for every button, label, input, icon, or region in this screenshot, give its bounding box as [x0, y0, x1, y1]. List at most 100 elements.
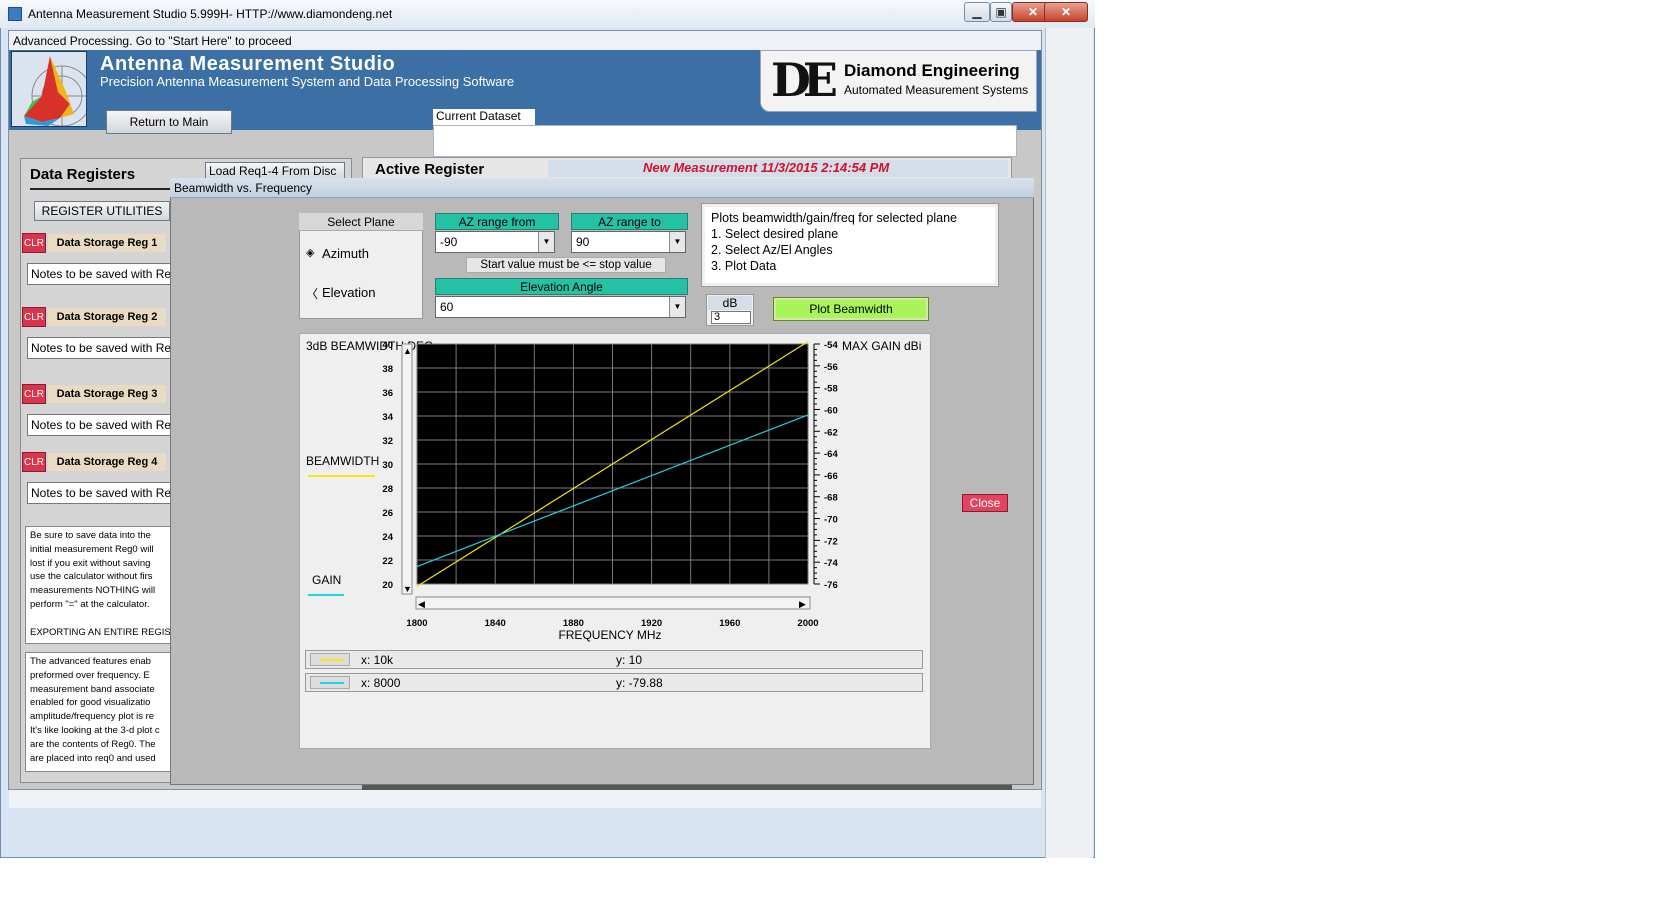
help-line: are placed into req0 and used	[30, 752, 156, 764]
plot-beamwidth-button[interactable]: Plot Beamwidth	[773, 297, 929, 321]
y-right-tick-label: -72	[824, 536, 838, 547]
advanced-help-text: The advanced features enab preformed ove…	[25, 652, 175, 772]
y-left-tick-label: 30	[382, 460, 393, 471]
y-left-tick-label: 22	[382, 556, 393, 567]
legend-gain-label: GAIN	[312, 573, 341, 587]
elevation-angle-value: 60	[440, 300, 454, 314]
active-register-value: New Measurement 11/3/2015 2:14:54 PM	[548, 160, 1008, 177]
clr-reg4-button[interactable]: CLR	[22, 452, 46, 472]
scroll-up-icon[interactable]: ▲	[403, 346, 412, 356]
cursor-2-y: y: -79.88	[616, 676, 663, 690]
clr-reg3-button[interactable]: CLR	[22, 384, 46, 404]
scroll-right-icon[interactable]: ▶	[799, 599, 806, 609]
help-line: use the calculator without firs	[30, 571, 153, 583]
data-registers-heading: Data Registers	[30, 166, 136, 183]
instruction-line: 1. Select desired plane	[711, 227, 839, 241]
current-dataset-field[interactable]	[433, 125, 1017, 157]
y-right-tick-label: -54	[824, 340, 838, 351]
y-left-tick-label: 32	[382, 436, 393, 447]
close-outer-button[interactable]: ✕	[1044, 2, 1088, 22]
reg3-notes-field[interactable]: Notes to be saved with Re	[27, 414, 177, 436]
y-left-tick-label: 28	[382, 484, 393, 495]
help-line: The advanced features enab	[30, 656, 151, 667]
app-subtitle: Precision Antenna Measurement System and…	[100, 74, 515, 89]
minimize-button[interactable]: ▁	[964, 2, 990, 22]
de-logo-mark: DE	[771, 53, 838, 107]
instruction-line: 3. Plot Data	[711, 259, 777, 273]
maximize-button[interactable]: ▣	[990, 2, 1012, 22]
y-left-tick-label: 40	[382, 340, 393, 351]
help-line: preformed over frequency. E	[30, 669, 150, 681]
close-dialog-button[interactable]: Close	[962, 494, 1008, 512]
y-right-tick-label: -74	[824, 558, 838, 569]
az-from-select[interactable]: -90 ▼	[435, 231, 555, 253]
help-line: measurement band associate	[30, 683, 155, 695]
current-dataset-label: Current Dataset	[433, 109, 535, 125]
y-left-tick-label: 38	[382, 364, 393, 375]
az-from-label: AZ range from	[435, 213, 559, 230]
dropdown-arrow-icon[interactable]: ▼	[538, 232, 554, 252]
scroll-left-icon[interactable]: ◀	[418, 599, 425, 609]
y-right-tick-label: -66	[824, 471, 838, 482]
reg4-name[interactable]: Data Storage Reg 4	[48, 453, 166, 471]
elevation-radio-icon[interactable]: 〈	[306, 285, 318, 302]
active-register-bar: Active Register New Measurement 11/3/201…	[362, 157, 1012, 179]
heading-rule	[30, 188, 180, 190]
right-axis-title: MAX GAIN dBi	[842, 339, 921, 353]
app-bottom-bar	[9, 790, 1041, 808]
cursor-row-1[interactable]: x: 10k y: 10	[305, 650, 923, 669]
company-logo: DE Diamond Engineering Automated Measure…	[760, 50, 1037, 112]
help-line: are the contents of Reg0. The	[30, 738, 156, 750]
dropdown-arrow-icon[interactable]: ▼	[669, 232, 685, 252]
x-tick-label: 2000	[797, 618, 818, 629]
clr-reg1-button[interactable]: CLR	[22, 233, 46, 253]
help-line: Be sure to save data into the	[30, 530, 151, 541]
az-to-select[interactable]: 90 ▼	[571, 231, 686, 253]
reg2-name[interactable]: Data Storage Reg 2	[48, 308, 166, 326]
db-input[interactable]: 3	[711, 311, 751, 324]
y-left-tick-label: 26	[382, 508, 393, 519]
reg3-name[interactable]: Data Storage Reg 3	[48, 385, 166, 403]
help-line: enabled for good visualizatio	[30, 697, 151, 709]
clr-reg2-button[interactable]: CLR	[22, 307, 46, 327]
y-right-tick-label: -70	[824, 515, 838, 526]
reg2-notes-field[interactable]: Notes to be saved with Re	[27, 337, 177, 359]
elevation-angle-select[interactable]: 60 ▼	[435, 296, 686, 318]
instruction-line: Plots beamwidth/gain/freq for selected p…	[711, 211, 957, 225]
register-utilities-button[interactable]: REGISTER UTILITIES	[34, 201, 170, 221]
y-scrollbar[interactable]	[401, 343, 413, 595]
cursor-row-2[interactable]: x: 8000 y: -79.88	[305, 673, 923, 692]
y-right-tick-label: -62	[824, 427, 838, 438]
status-text: Advanced Processing. Go to "Start Here" …	[13, 34, 292, 48]
reg4-notes-field[interactable]: Notes to be saved with Re	[27, 482, 177, 504]
background-window	[1045, 28, 1093, 858]
elevation-radio-label[interactable]: Elevation	[322, 285, 375, 300]
return-to-main-button[interactable]: Return to Main	[106, 110, 232, 134]
az-to-value: 90	[576, 235, 590, 249]
y-right-tick-label: -58	[824, 384, 838, 395]
elevation-angle-label: Elevation Angle	[435, 278, 688, 295]
help-line: initial measurement Reg0 will	[30, 543, 154, 555]
status-bar: Advanced Processing. Go to "Start Here" …	[9, 31, 1041, 50]
antenna-logo-icon	[11, 51, 87, 127]
cursor-1-color-line	[320, 659, 344, 661]
y-right-tick-label: -68	[824, 493, 838, 504]
x-tick-label: 1800	[406, 618, 427, 629]
reg1-notes-field[interactable]: Notes to be saved with Re	[27, 263, 177, 285]
app-icon	[8, 7, 22, 21]
azimuth-radio-icon[interactable]: ◈	[306, 246, 314, 259]
azimuth-radio-label[interactable]: Azimuth	[322, 246, 369, 261]
y-right-tick-label: -64	[824, 449, 838, 460]
scroll-down-icon[interactable]: ▼	[403, 584, 412, 594]
window-titlebar[interactable]: Antenna Measurement Studio 5.999H- HTTP:…	[0, 0, 1095, 28]
help-line: amplitude/frequency plot is re	[30, 711, 155, 723]
x-tick-label: 1840	[485, 618, 506, 629]
x-axis-title: FREQUENCY MHz	[558, 628, 661, 642]
reg1-name[interactable]: Data Storage Reg 1	[48, 234, 166, 252]
dialog-titlebar[interactable]: Beamwidth vs. Frequency	[170, 178, 1034, 198]
dropdown-arrow-icon[interactable]: ▼	[669, 297, 685, 317]
cursor-1-x: x: 10k	[361, 653, 394, 667]
x-scrollbar[interactable]	[415, 596, 811, 610]
help-line: lost if you exit without saving	[30, 557, 151, 569]
y-right-tick-label: -56	[824, 362, 838, 373]
